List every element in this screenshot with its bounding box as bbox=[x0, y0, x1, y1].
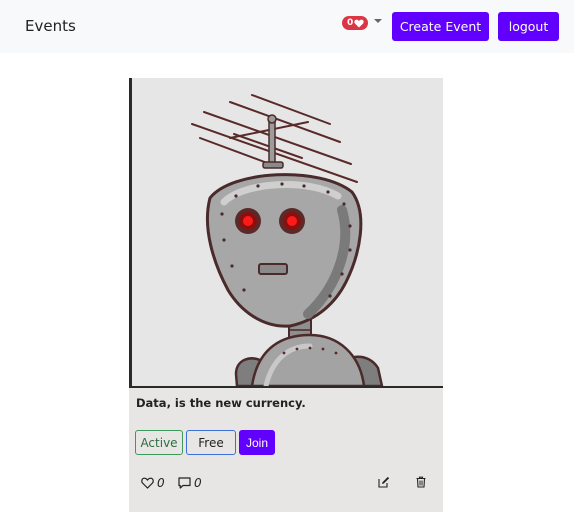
comment-icon bbox=[178, 477, 191, 489]
like-button[interactable]: 0 bbox=[141, 476, 165, 490]
trash-icon[interactable] bbox=[415, 476, 427, 488]
comment-button[interactable]: 0 bbox=[178, 476, 202, 490]
event-card: Data, is the new currency. Active Free J… bbox=[129, 78, 443, 512]
create-event-button[interactable]: Create Event bbox=[392, 12, 489, 41]
notification-badge[interactable]: 0 bbox=[342, 16, 369, 30]
event-image bbox=[129, 78, 443, 388]
join-button[interactable]: Join bbox=[239, 430, 275, 455]
edit-icon[interactable] bbox=[378, 476, 390, 488]
comment-count: 0 bbox=[194, 476, 202, 490]
notifications-dropdown[interactable]: 0 bbox=[342, 15, 383, 31]
robot-illustration bbox=[191, 94, 384, 386]
logout-button[interactable]: logout bbox=[498, 12, 559, 41]
like-count: 0 bbox=[157, 476, 165, 490]
brand-link[interactable]: Events bbox=[25, 17, 76, 35]
notification-count: 0 bbox=[347, 18, 354, 28]
status-badge: Active bbox=[135, 430, 183, 455]
price-badge: Free bbox=[186, 430, 236, 455]
event-title: Data, is the new currency. bbox=[136, 396, 306, 410]
caret-down-icon[interactable] bbox=[374, 19, 383, 23]
navbar: Events 0 Create Event logout bbox=[0, 0, 574, 53]
heart-icon bbox=[354, 19, 364, 27]
heart-outline-icon bbox=[141, 477, 154, 489]
